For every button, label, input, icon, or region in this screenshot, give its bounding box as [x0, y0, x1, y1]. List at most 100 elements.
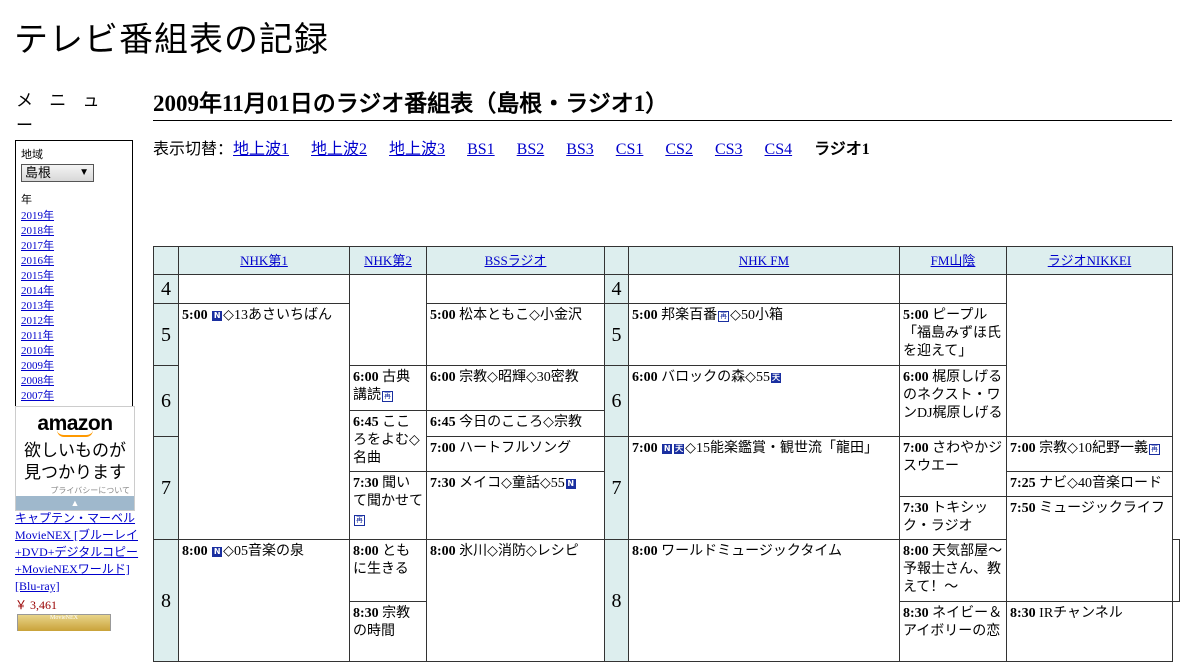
switch-link-terrestrial2[interactable]: 地上波2 — [311, 141, 367, 158]
year-link-2008[interactable]: 2008年 — [21, 374, 127, 389]
amazon-logo: amazon — [37, 412, 113, 435]
channel-header-nhk2: NHK第2 — [349, 246, 427, 275]
year-link-2009[interactable]: 2009年 — [21, 359, 127, 374]
hour-header-mid — [604, 246, 629, 275]
program-time: 7:50 — [1010, 501, 1036, 516]
program-cell[interactable]: 8:30 ネイビー＆アイボリーの恋 — [899, 601, 1007, 662]
channel-link-nikkei[interactable]: ラジオNIKKEI — [1048, 253, 1132, 268]
switch-link-bs2[interactable]: BS2 — [517, 141, 545, 158]
switch-link-bs1[interactable]: BS1 — [467, 141, 495, 158]
ad-catchphrase: 欲しいものが 見つかります — [16, 440, 134, 484]
product-link[interactable]: キャプテン・マーベル MovieNEX [ブルーレイ+DVD+デジタルコピー+M… — [15, 510, 139, 595]
channel-link-nhk2[interactable]: NHK第2 — [364, 253, 412, 268]
product-thumbnail[interactable]: MovieNEX — [17, 614, 111, 631]
hour-cell: 8 — [153, 539, 179, 662]
program-title: バロックの森◇55 — [661, 370, 770, 385]
year-link-2012[interactable]: 2012年 — [21, 314, 127, 329]
switch-link-bs3[interactable]: BS3 — [566, 141, 594, 158]
program-cell[interactable]: 5:00 松本ともこ◇小金沢 — [426, 303, 605, 366]
program-time: 7:30 — [430, 476, 456, 491]
year-link-2016[interactable]: 2016年 — [21, 254, 127, 269]
weather-icon: 天 — [770, 373, 781, 383]
program-cell[interactable]: 8:30 IRチャンネル — [1006, 601, 1173, 662]
switch-current-radio1: ラジオ1 — [814, 141, 870, 158]
program-title: ワールドミュージックタイム — [661, 544, 843, 559]
year-link-2014[interactable]: 2014年 — [21, 284, 127, 299]
year-link-2017[interactable]: 2017年 — [21, 239, 127, 254]
channel-link-nhk1[interactable]: NHK第1 — [240, 253, 288, 268]
ad-collapse-bar[interactable]: ▲ — [16, 496, 134, 510]
switch-link-cs3[interactable]: CS3 — [715, 141, 743, 158]
program-title: 宗教◇10紀野一義 — [1039, 441, 1148, 456]
year-link-2010[interactable]: 2010年 — [21, 344, 127, 359]
switcher-label: 表示切替： — [153, 141, 234, 158]
empty-slot — [349, 274, 427, 366]
program-time: 6:00 — [353, 370, 379, 385]
hour-header-left — [153, 246, 179, 275]
program-cell[interactable]: 8:30 宗教の時間 — [349, 601, 427, 662]
program-time: 8:00 — [430, 544, 456, 559]
ad-privacy-link[interactable]: プライバシーについて — [16, 485, 134, 496]
program-cell[interactable]: 7:50 ミュージックライフ — [1006, 496, 1173, 602]
switch-link-cs4[interactable]: CS4 — [765, 141, 793, 158]
program-cell[interactable]: 7:30 メイコ◇童話◇55 N — [426, 471, 605, 540]
channel-link-nhkfm[interactable]: NHK FM — [739, 253, 789, 268]
program-cell[interactable]: 8:00 N ◇05音楽の泉 — [178, 539, 350, 662]
program-cell[interactable]: 7:25 ナビ◇40音楽ロード — [1006, 471, 1173, 497]
channel-header-fmsanin: FM山陰 — [899, 246, 1007, 275]
program-cell[interactable]: 5:00 邦楽百番再 ◇50小箱 — [628, 303, 900, 366]
menu-title: メ ニ ュ ー — [16, 91, 106, 135]
switch-link-cs2[interactable]: CS2 — [665, 141, 693, 158]
hour-cell: 5 — [153, 303, 179, 366]
program-cell[interactable]: 6:00 梶原しげるのネクスト・ワンDJ梶原しげる — [899, 365, 1007, 437]
empty-slot — [426, 274, 605, 304]
channel-link-fmsanin[interactable]: FM山陰 — [931, 253, 976, 268]
switch-link-cs1[interactable]: CS1 — [616, 141, 644, 158]
amazon-ad-banner[interactable]: amazon 欲しいものが 見つかります プライバシーについて ▲ — [15, 406, 135, 511]
hour-cell: 4 — [604, 274, 629, 304]
page-heading: 2009年11月01日のラジオ番組表（島根・ラジオ1） — [153, 84, 1172, 121]
program-time: 8:30 — [1010, 606, 1036, 621]
program-time: 6:45 — [430, 415, 456, 430]
program-cell[interactable]: 7:00 N 天 ◇15能楽鑑賞・観世流「龍田」 — [628, 436, 900, 540]
year-link-2015[interactable]: 2015年 — [21, 269, 127, 284]
program-cell[interactable]: 8:00 天気部屋～予報士さん、教えて！～ — [899, 539, 1007, 602]
program-cell[interactable]: 6:45 こころをよむ◇名曲 — [349, 410, 427, 472]
region-select[interactable]: 島根 ▼ — [21, 164, 94, 182]
program-title: ハートフルソング — [459, 441, 572, 456]
program-cell[interactable]: 8:00 氷川◇消防◇レシピ — [426, 539, 605, 662]
view-switcher: 表示切替：地上波1 地上波2 地上波3 BS1 BS2 BS3 CS1 CS2 CS3 CS4 ラジ… — [153, 135, 892, 159]
program-cell[interactable]: 8:00 ともに生きる — [349, 539, 427, 602]
chevron-up-icon: ▲ — [70, 498, 80, 508]
year-link-2018[interactable]: 2018年 — [21, 224, 127, 239]
program-cell[interactable]: 7:00 ハートフルソング — [426, 436, 605, 472]
year-link-2011[interactable]: 2011年 — [21, 329, 127, 344]
year-link-2013[interactable]: 2013年 — [21, 299, 127, 314]
program-cell[interactable]: 8:00 ワールドミュージックタイム — [628, 539, 900, 662]
program-time: 8:00 — [353, 544, 379, 559]
program-cell[interactable]: 6:00 バロックの森◇55 天 — [628, 365, 900, 437]
sidebar: メ ニ ュ ー 地域 島根 ▼ 年 2019年 2018年 2017年 2016年… — [15, 86, 135, 411]
switch-link-terrestrial3[interactable]: 地上波3 — [389, 141, 445, 158]
year-link-2019[interactable]: 2019年 — [21, 209, 127, 224]
switch-link-terrestrial1[interactable]: 地上波1 — [233, 141, 289, 158]
program-cell[interactable]: 7:00 さわやかジスウエー — [899, 436, 1007, 497]
program-title: ◇13あさいちばん — [223, 308, 332, 323]
program-cell[interactable]: 6:45 今日のこころ◇宗教 — [426, 410, 605, 437]
news-icon: N — [565, 479, 576, 489]
year-link-2007[interactable]: 2007年 — [21, 389, 127, 404]
program-cell[interactable]: 5:00 ピープル「福島みずほ氏を迎えて」 — [899, 303, 1007, 366]
channel-header-nhk1: NHK第1 — [178, 246, 350, 275]
program-cell[interactable]: 6:00 古典講読再 — [349, 365, 427, 411]
rebroadcast-icon: 再 — [718, 311, 730, 322]
program-cell[interactable]: 7:30 トキシック・ラジオ — [899, 496, 1007, 540]
program-time: 5:00 — [182, 308, 208, 323]
news-icon: N — [662, 444, 673, 454]
program-cell[interactable]: 7:30 聞いて聞かせて再 — [349, 471, 427, 540]
program-cell[interactable]: 5:00 N ◇13あさいちばん — [178, 303, 350, 540]
program-cell[interactable]: 6:00 宗教◇昭輝◇30密教 — [426, 365, 605, 411]
channel-link-bss[interactable]: BSSラジオ — [485, 253, 547, 268]
program-cell[interactable]: 7:00 宗教◇10紀野一義再 — [1006, 436, 1173, 472]
program-time: 5:00 — [430, 308, 456, 323]
channel-header-nikkei: ラジオNIKKEI — [1006, 246, 1173, 275]
